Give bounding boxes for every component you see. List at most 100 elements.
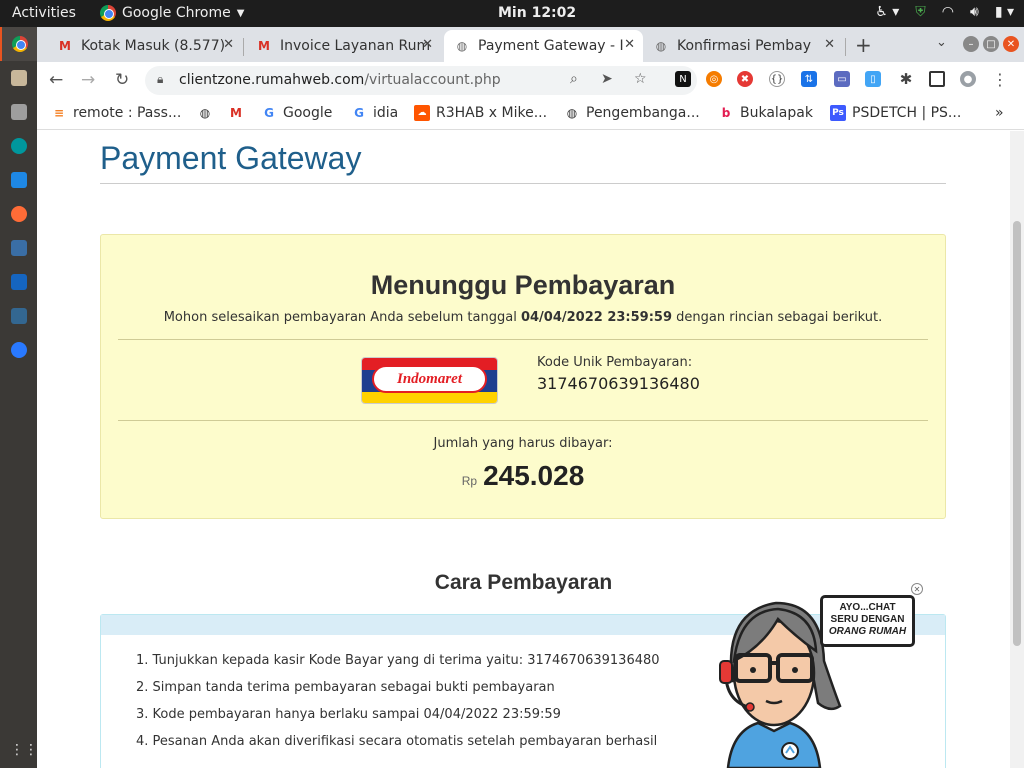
reload-button[interactable]: ↻ [115, 70, 129, 90]
volume-icon[interactable]: 🔊︎ [970, 4, 979, 20]
tab-title: Kotak Masuk (8.577) [81, 38, 226, 54]
dock-vscode[interactable] [0, 163, 37, 197]
activities-button[interactable]: Activities [12, 5, 76, 21]
copy-extension-icon[interactable]: ▯ [865, 71, 881, 87]
bookmark-label: Pengembanga... [586, 105, 700, 121]
chat-speech-bubble[interactable]: AYO...CHAT SERU DENGAN ORANG RUMAH [820, 595, 915, 647]
puzzle-icon[interactable]: ✱ [898, 70, 914, 88]
camera-icon [10, 104, 27, 120]
tab-payment-gateway[interactable]: ◍ Payment Gateway - I ✕ [444, 30, 643, 62]
bookmark-psdetch[interactable]: Ps PSDETCH | PS... [830, 105, 961, 121]
dock-postman[interactable] [0, 197, 37, 231]
bookmark-globe[interactable]: ◍ [197, 105, 213, 121]
database-icon [10, 240, 27, 256]
maximize-button[interactable]: □ [983, 36, 999, 52]
instruction-item: 2. Simpan tanda terima pembayaran sebaga… [136, 680, 555, 695]
globe-icon: ◍ [199, 106, 211, 120]
address-bar[interactable]: 🔒︎ clientzone.rumahweb.com/virtualaccoun… [145, 66, 697, 95]
forward-button[interactable]: → [81, 70, 95, 90]
amount-due: Rp 245.028 [101, 460, 945, 492]
wifi-icon[interactable]: ◠ [942, 4, 954, 20]
mail-icon [10, 342, 27, 358]
postman-icon [10, 206, 27, 222]
scrollbar-thumb[interactable] [1013, 221, 1021, 646]
accessibility-icon[interactable]: ♿ ▾ [875, 4, 899, 20]
tab-separator [243, 38, 244, 56]
bookmark-bukalapak[interactable]: b Bukalapak [718, 105, 813, 121]
menu-icon[interactable]: ⋮ [992, 70, 1008, 89]
indomaret-logo: Indomaret [361, 357, 498, 404]
star-icon[interactable]: ☆ [634, 71, 647, 87]
dock-thunderbird[interactable] [0, 333, 37, 367]
close-icon[interactable]: ✕ [422, 37, 433, 52]
tab-gmail-inbox[interactable]: M Kotak Masuk (8.577) ✕ [47, 30, 242, 62]
close-chat-icon[interactable]: ✕ [911, 583, 923, 595]
page-scrollbar[interactable] [1010, 131, 1024, 768]
side-panel-icon[interactable] [929, 71, 945, 87]
tablet-extension-icon[interactable]: ▭ [834, 71, 850, 87]
bookmark-google[interactable]: G Google [261, 105, 332, 121]
instruction-item: 4. Pesanan Anda akan diverifikasi secara… [136, 734, 658, 749]
send-icon[interactable]: ➤ [601, 71, 613, 87]
profile-avatar[interactable]: ● [960, 71, 976, 87]
dock-screenshot[interactable] [0, 95, 37, 129]
new-tab-button[interactable]: + [855, 33, 872, 57]
dock-mysql-workbench[interactable] [0, 231, 37, 265]
bookmark-r3hab[interactable]: ☁ R3HAB x Mike... [414, 105, 547, 121]
close-icon[interactable]: ✕ [824, 37, 835, 52]
tab-search-icon[interactable]: ⌄ [936, 35, 947, 50]
app-menu[interactable]: Google Chrome ▼ [100, 5, 244, 21]
tab-invoice[interactable]: M Invoice Layanan Rum ✕ [246, 30, 441, 62]
bookmark-idia[interactable]: G idia [351, 105, 398, 121]
bookmark-gmail[interactable]: M [228, 105, 244, 121]
bookmark-label: Google [283, 105, 333, 121]
files-icon [10, 70, 27, 86]
tab-strip: M Kotak Masuk (8.577) ✕ M Invoice Layana… [37, 27, 1024, 62]
dock-files[interactable] [0, 61, 37, 95]
dock-pgadmin[interactable] [0, 299, 37, 333]
waiting-payment-panel: Menunggu Pembayaran Mohon selesaikan pem… [100, 234, 946, 519]
trash-extension-icon[interactable]: ✖ [737, 71, 753, 87]
bookmark-remote-pass[interactable]: ≡ remote : Pass... [51, 105, 181, 121]
close-icon[interactable]: ✕ [223, 37, 234, 52]
lifebuoy-extension-icon[interactable]: ◎ [706, 71, 722, 87]
extension-icon[interactable]: ⇅ [801, 71, 817, 87]
shield-icon[interactable]: ⛨ [915, 4, 926, 20]
chat-widget[interactable]: AYO...CHAT SERU DENGAN ORANG RUMAH ✕ [718, 583, 958, 768]
search-icon[interactable]: ⌕ [570, 71, 578, 87]
bookmark-label: PSDETCH | PS... [852, 105, 962, 121]
clock[interactable]: Min 12:02 [498, 5, 576, 21]
more-bookmarks-icon[interactable]: » [995, 105, 1004, 121]
globe-icon: ◍ [566, 106, 578, 120]
currency-label: Rp [461, 474, 478, 488]
notion-extension-icon[interactable]: N [675, 71, 691, 87]
bookmark-pengembangan[interactable]: ◍ Pengembanga... [564, 105, 700, 121]
dock-virtualbox[interactable] [0, 265, 37, 299]
chrome-icon [100, 5, 116, 21]
dock-arduino[interactable] [0, 129, 37, 163]
dock-chrome[interactable] [0, 27, 37, 61]
browser-toolbar: ← → ↻ 🔒︎ clientzone.rumahweb.com/virtual… [37, 62, 1024, 98]
battery-icon[interactable]: ▮ ▾ [995, 4, 1014, 20]
url-domain: clientzone.rumahweb.com [179, 72, 365, 88]
status-heading: Menunggu Pembayaran [370, 270, 676, 300]
logo-wordmark: Indomaret [372, 365, 487, 393]
payment-code-value: 3174670639136480 [537, 374, 700, 393]
tab-konfirmasi[interactable]: ◍ Konfirmasi Pembay ✕ [643, 30, 843, 62]
gmail-icon: M [59, 39, 71, 53]
close-icon[interactable]: ✕ [624, 37, 635, 52]
back-button[interactable]: ← [49, 70, 63, 90]
url-text[interactable]: clientzone.rumahweb.com/virtualaccount.p… [179, 72, 501, 88]
json-extension-icon[interactable]: {} [769, 71, 785, 87]
chat-line-1: AYO...CHAT [839, 602, 896, 613]
minimize-button[interactable]: – [963, 36, 979, 52]
close-window-button[interactable]: ✕ [1003, 36, 1019, 52]
lock-icon[interactable]: 🔒︎ [157, 72, 163, 87]
gmail-icon: M [230, 106, 242, 120]
notice-text-before: Mohon selesaikan pembayaran Anda sebelum… [163, 310, 521, 325]
instruction-item: 3. Kode pembayaran hanya berlaku sampai … [136, 707, 561, 722]
payment-deadline: 04/04/2022 23:59:59 [520, 310, 673, 325]
globe-icon: ◍ [456, 39, 468, 53]
system-tray[interactable]: ♿ ▾ ⛨ ◠ 🔊︎ ▮ ▾ [875, 4, 1014, 20]
chrome-icon [11, 36, 28, 52]
